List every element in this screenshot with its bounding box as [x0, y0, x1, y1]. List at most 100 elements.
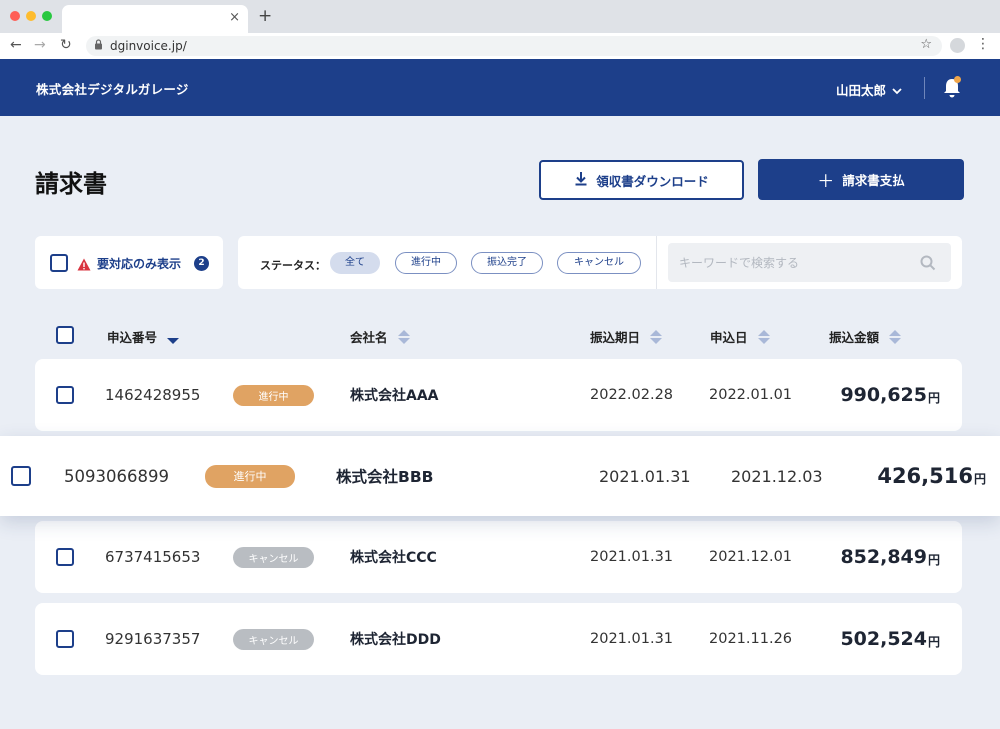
- browser-chrome: × + ← → ↻ dginvoice.jp/ ☆ ⋮: [0, 0, 1000, 59]
- transfer-amount: 852,849: [840, 546, 927, 568]
- url-text: dginvoice.jp/: [110, 39, 187, 53]
- transfer-amount: 426,516: [877, 464, 973, 488]
- user-menu[interactable]: 山田太郎: [836, 80, 902, 99]
- row-checkbox[interactable]: [56, 386, 74, 404]
- sort-desc-icon: [167, 330, 180, 344]
- column-header-due-date[interactable]: 振込期日: [590, 327, 663, 346]
- column-label-application-number: 申込番号: [107, 330, 158, 345]
- minimize-window-button[interactable]: [26, 11, 36, 21]
- status-label: ステータス：: [260, 259, 326, 272]
- transfer-amount: 502,524: [840, 628, 927, 650]
- receipt-download-label: 領収書ダウンロード: [596, 173, 709, 189]
- application-number: 5093066899: [64, 466, 169, 486]
- currency-suffix: 円: [973, 472, 986, 486]
- sort-icon: [397, 329, 410, 344]
- table-row[interactable]: 1462428955 進行中 株式会社AAA 2022.02.28 2022.0…: [35, 359, 962, 431]
- window-controls: [10, 11, 52, 21]
- sort-icon: [650, 329, 663, 344]
- browser-tab[interactable]: ×: [62, 5, 248, 33]
- download-icon: [574, 171, 588, 189]
- lock-icon: [94, 39, 103, 53]
- row-checkbox[interactable]: [11, 466, 31, 486]
- table-row-hovered[interactable]: 5093066899 進行中 株式会社BBB 2021.01.31 2021.1…: [0, 436, 1000, 516]
- table-row[interactable]: 6737415653 キャンセル 株式会社CCC 2021.01.31 2021…: [35, 521, 962, 593]
- column-label-applied-date: 申込日: [710, 330, 748, 345]
- status-badge: 進行中: [205, 464, 295, 488]
- browser-toolbar: ← → ↻ dginvoice.jp/ ☆ ⋮: [0, 33, 1000, 59]
- applied-date: 2021.12.01: [709, 549, 793, 565]
- status-filter-bar: ステータス： 全て 進行中 振込完了 キャンセル: [238, 236, 962, 289]
- company-name-cell: 株式会社DDD: [350, 632, 441, 648]
- status-badge: キャンセル: [233, 628, 314, 650]
- receipt-download-button[interactable]: 領収書ダウンロード: [539, 160, 744, 200]
- due-date: 2022.02.28: [590, 387, 674, 403]
- column-header-amount[interactable]: 振込金額: [829, 327, 902, 346]
- header-divider: [924, 77, 925, 99]
- status-badge: 進行中: [233, 384, 314, 406]
- sort-icon: [889, 329, 902, 344]
- column-label-due-date: 振込期日: [590, 330, 641, 345]
- user-name: 山田太郎: [836, 83, 887, 98]
- chevron-down-icon: [892, 87, 902, 98]
- status-badge: キャンセル: [233, 546, 314, 568]
- plus-icon: ＋: [817, 172, 835, 192]
- application-number: 1462428955: [105, 386, 201, 404]
- company-name-cell: 株式会社CCC: [350, 550, 437, 566]
- pay-invoice-button[interactable]: ＋ 請求書支払: [758, 159, 964, 200]
- address-bar[interactable]: dginvoice.jp/ ☆: [86, 36, 942, 56]
- reload-icon[interactable]: ↻: [60, 37, 72, 53]
- column-header-applied-date[interactable]: 申込日: [710, 327, 770, 346]
- company-name-cell: 株式会社AAA: [350, 388, 439, 404]
- column-label-amount: 振込金額: [829, 330, 880, 345]
- row-checkbox[interactable]: [56, 630, 74, 648]
- new-tab-icon[interactable]: +: [258, 6, 272, 26]
- filter-divider: [656, 236, 657, 289]
- column-label-company: 会社名: [350, 330, 388, 345]
- keyword-search-input[interactable]: [668, 243, 951, 282]
- page-title: 請求書: [35, 170, 107, 198]
- table-row[interactable]: 9291637357 キャンセル 株式会社DDD 2021.01.31 2021…: [35, 603, 962, 675]
- sort-icon: [757, 329, 770, 344]
- column-header-application-number[interactable]: 申込番号: [107, 327, 180, 346]
- row-checkbox[interactable]: [56, 548, 74, 566]
- application-number: 9291637357: [105, 630, 201, 648]
- needs-action-label[interactable]: 要対応のみ表示: [97, 255, 181, 272]
- needs-action-count-badge: 2: [194, 256, 209, 271]
- notification-bell-icon[interactable]: [942, 76, 962, 99]
- browser-menu-icon[interactable]: ⋮: [976, 36, 990, 52]
- applied-date: 2022.01.01: [709, 387, 793, 403]
- search-icon[interactable]: [920, 255, 936, 271]
- due-date: 2021.01.31: [590, 631, 674, 647]
- status-filter-in-progress[interactable]: 進行中: [395, 252, 457, 274]
- bookmark-star-icon[interactable]: ☆: [920, 37, 932, 52]
- currency-suffix: 円: [927, 391, 940, 405]
- currency-suffix: 円: [927, 635, 940, 649]
- transfer-amount: 990,625: [840, 384, 927, 406]
- due-date: 2021.01.31: [599, 466, 691, 486]
- close-window-button[interactable]: [10, 11, 20, 21]
- select-all-checkbox[interactable]: [56, 326, 74, 344]
- currency-suffix: 円: [927, 553, 940, 567]
- warning-icon: [77, 256, 91, 271]
- application-number: 6737415653: [105, 548, 201, 566]
- needs-action-filter: 要対応のみ表示 2: [35, 236, 223, 289]
- app-header: 株式会社デジタルガレージ 山田太郎: [0, 59, 1000, 116]
- company-name: 株式会社デジタルガレージ: [36, 82, 189, 97]
- notification-dot: [954, 76, 961, 83]
- status-filter-all[interactable]: 全て: [330, 252, 380, 274]
- due-date: 2021.01.31: [590, 549, 674, 565]
- close-tab-icon[interactable]: ×: [229, 10, 240, 25]
- maximize-window-button[interactable]: [42, 11, 52, 21]
- forward-icon[interactable]: →: [34, 37, 46, 53]
- status-filter-cancel[interactable]: キャンセル: [557, 252, 641, 274]
- main-content: 請求書 領収書ダウンロード ＋ 請求書支払 要対応のみ表示 2 ステータス： 全…: [0, 116, 1000, 729]
- applied-date: 2021.11.26: [709, 631, 793, 647]
- back-icon[interactable]: ←: [10, 37, 22, 53]
- status-filter-completed[interactable]: 振込完了: [471, 252, 543, 274]
- profile-avatar[interactable]: [950, 38, 965, 53]
- company-name-cell: 株式会社BBB: [336, 468, 434, 486]
- column-header-company[interactable]: 会社名: [350, 327, 410, 346]
- needs-action-checkbox[interactable]: [50, 254, 68, 272]
- pay-invoice-label: 請求書支払: [842, 173, 905, 188]
- applied-date: 2021.12.03: [731, 466, 823, 486]
